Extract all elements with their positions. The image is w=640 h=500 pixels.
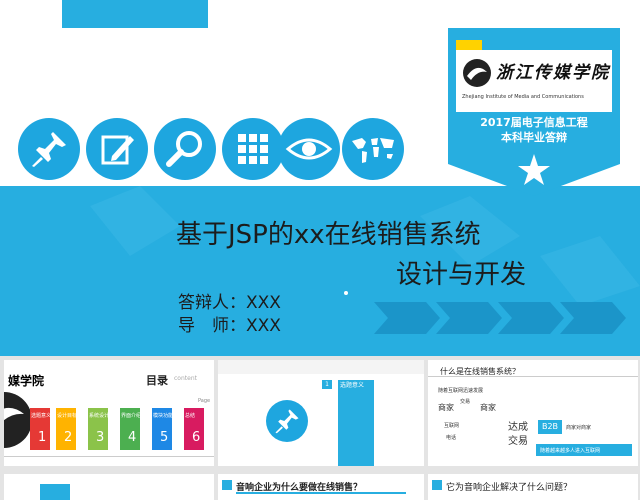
- slide-6-title: 它为音响企业解决了什么问题？: [446, 483, 573, 493]
- top-accent-bar: [62, 0, 208, 28]
- title-underline: [236, 492, 406, 494]
- page-label: Page: [198, 398, 211, 404]
- advisor-label: 导 师：XXX: [178, 316, 281, 336]
- slide-thumbnail-6[interactable]: 它为音响企业解决了什么问题？: [428, 474, 638, 500]
- thumb-footer-line: [4, 456, 214, 457]
- contents-subtitle: content: [174, 375, 197, 382]
- slide-thumbnail-5[interactable]: 音响企业为什么要做在线销售？: [218, 474, 424, 500]
- internet-label: 互联网: [444, 423, 460, 429]
- toc-number-6: 6: [192, 430, 201, 445]
- contents-title: 目录: [146, 374, 168, 387]
- phone-label: 电话: [446, 435, 457, 441]
- slide-thumbnail-4[interactable]: [4, 474, 214, 500]
- toc-label-1: 选题意义: [31, 413, 52, 419]
- reach-label: 达成: [508, 422, 528, 433]
- band-decoration: [0, 186, 640, 356]
- section-step: 1: [322, 380, 332, 389]
- logo-name: 浙江传媒学院: [496, 63, 610, 83]
- college-badge: 浙江传媒学院 Zhejiang Institute of Media and C…: [448, 28, 620, 196]
- slide-thumbnail-section[interactable]: 1 选题意义: [218, 360, 424, 466]
- world-map-icon: [342, 118, 404, 180]
- thumb-bullet: [222, 480, 232, 490]
- thumb-rule: [428, 376, 638, 377]
- toc-number-4: 4: [128, 430, 137, 445]
- toc-label-6: 总结: [185, 413, 196, 419]
- eye-icon: [278, 118, 340, 180]
- trade-label: 交易: [460, 399, 471, 405]
- title-slide[interactable]: 基于JSP的xx在线销售系统 设计与开发 答辩人：XXX 导 师：XXX 浙江传…: [0, 0, 640, 356]
- slide-thumbnail-contents[interactable]: 媒学院 目录 content Page 选题意义 设计目标 系统设计 界面介绍 …: [4, 360, 214, 466]
- merchant-b: 商家: [480, 403, 496, 412]
- pushpin-icon: [18, 118, 80, 180]
- toc-number-5: 5: [160, 430, 169, 445]
- thumb-accent-block: [40, 484, 70, 500]
- toc-label-4: 界面介绍: [121, 413, 142, 419]
- toc-label-5: 模块功能: [153, 413, 174, 419]
- conclusion-text: 随着越来越多人进入互联网: [540, 448, 601, 454]
- section-column: [338, 380, 374, 466]
- b2b-badge: B2B: [538, 420, 562, 434]
- defender-label: 答辩人：XXX: [178, 293, 281, 313]
- edit-icon: [86, 118, 148, 180]
- badge-line-1: 2017届电子信息工程: [480, 116, 588, 129]
- thumb-header: [218, 360, 424, 374]
- presentation-subtitle: 设计与开发: [396, 260, 527, 290]
- logo-english-name: Zhejiang Institute of Media and Communic…: [462, 94, 584, 100]
- pushpin-icon: [266, 400, 308, 442]
- slide-thumbnail-definition[interactable]: 什么是在线销售系统？ 随着互联网迅速发展 商家 交易 商家 互联网 达成 电话 …: [428, 360, 638, 466]
- toc-label-3: 系统设计: [89, 413, 110, 419]
- grid-icon: [222, 118, 284, 180]
- thumb-logo-mark: 媒学院: [8, 374, 45, 388]
- thumb-bullet: [432, 480, 442, 490]
- toc-label-2: 设计目标: [57, 413, 78, 419]
- deal-label: 交易: [508, 436, 528, 447]
- toc-number-2: 2: [64, 430, 73, 445]
- section-label: 选题意义: [340, 382, 365, 389]
- college-logo: 浙江传媒学院 Zhejiang Institute of Media and C…: [456, 50, 612, 112]
- magnifier-icon: [154, 118, 216, 180]
- merchant-a: 商家: [438, 403, 454, 412]
- presentation-title: 基于JSP的xx在线销售系统: [176, 220, 481, 250]
- b2b-desc: 商家对商家: [566, 425, 592, 431]
- badge-line-2: 本科毕业答辩: [501, 131, 567, 144]
- definition-note: 随着互联网迅速发展: [438, 388, 484, 394]
- toc-number-1: 1: [38, 430, 47, 445]
- toc-number-3: 3: [96, 430, 105, 445]
